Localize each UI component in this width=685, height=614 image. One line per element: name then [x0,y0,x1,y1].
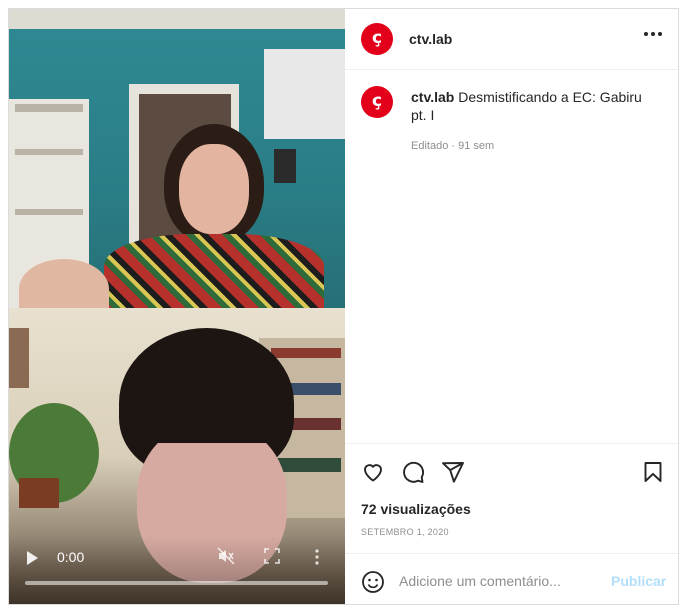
fullscreen-icon[interactable] [264,548,280,564]
post-card: 0:00 ctv.lab [8,8,679,605]
caption: ctv.lab Desmistificando a EC: Gabiru pt.… [411,88,651,124]
avatar[interactable] [361,23,393,55]
caption-username[interactable]: ctv.lab [411,89,454,105]
comment-bar: Publicar [345,553,678,604]
save-icon[interactable] [641,460,665,484]
comment-icon[interactable] [401,460,425,484]
publish-button[interactable]: Publicar [611,573,666,589]
edited-label: Editado · 91 sem [411,140,495,152]
like-icon[interactable] [361,460,385,484]
more-vert-icon[interactable] [314,548,320,566]
video-progress-bar[interactable] [25,581,328,585]
post-header: ctv.lab [345,9,678,70]
share-icon[interactable] [441,460,465,484]
caption-block: ctv.lab Desmistificando a EC: Gabiru pt.… [345,70,678,442]
comment-input[interactable] [399,569,599,593]
play-icon[interactable] [27,551,38,565]
video-controls: 0:00 [9,536,345,604]
views-count[interactable]: 72 visualizações [361,501,471,517]
emoji-icon[interactable] [361,570,385,594]
video-player[interactable]: 0:00 [9,9,345,604]
header-username[interactable]: ctv.lab [409,31,452,47]
video-frame-top [9,9,345,308]
caption-avatar[interactable] [361,86,393,118]
post-side-panel: ctv.lab ctv.lab Desmistificando a EC: Ga… [345,9,678,604]
more-options-icon[interactable] [643,31,663,37]
actions-section: 72 visualizações SETEMBRO 1, 2020 Public… [345,443,678,604]
mute-icon[interactable] [217,547,235,565]
post-date[interactable]: SETEMBRO 1, 2020 [361,527,449,537]
video-time: 0:00 [57,549,85,565]
